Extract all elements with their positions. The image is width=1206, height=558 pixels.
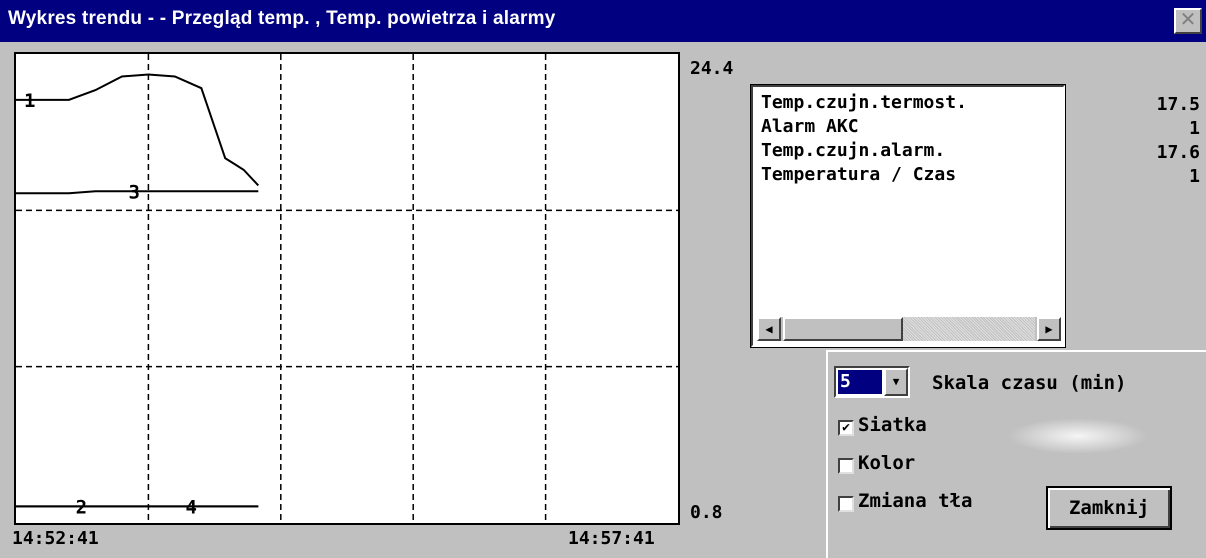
- legend-value: 17.6: [1156, 142, 1200, 163]
- horizontal-scrollbar[interactable]: ◀ ▶: [757, 317, 1061, 341]
- series-line-1: [16, 73, 260, 187]
- legend-value: 1: [1189, 166, 1200, 187]
- grid-label[interactable]: Siatka: [858, 414, 927, 436]
- bg-change-checkbox[interactable]: [838, 496, 854, 512]
- y-min-label: 0.8: [690, 502, 723, 523]
- legend-list: Temp.czujn.termost. Alarm AKC Temp.czujn…: [761, 91, 967, 187]
- check-icon: ✔: [842, 420, 850, 435]
- legend-item[interactable]: Temp.czujn.termost.: [761, 91, 967, 115]
- legend-value: 1: [1189, 118, 1200, 139]
- controls-panel: 5 ▼ Skala czasu (min) ✔ Siatka Kolor Zmi…: [826, 350, 1206, 558]
- y-max-label: 24.4: [690, 58, 734, 79]
- legend-item[interactable]: Alarm AKC: [761, 115, 967, 139]
- series-label-3: 3: [129, 181, 140, 203]
- series-label-4: 4: [185, 496, 196, 518]
- time-scale-label: Skala czasu (min): [932, 372, 1127, 394]
- scroll-thumb[interactable]: [783, 317, 903, 341]
- arrow-left-icon: ◀: [765, 322, 773, 336]
- close-icon: ✕: [1179, 9, 1197, 31]
- x-end-label: 14:57:41: [568, 528, 655, 549]
- trend-plot-svg: 132 4: [16, 54, 678, 523]
- chevron-down-icon: ▼: [892, 375, 900, 388]
- series-label-1: 1: [24, 90, 35, 112]
- arrow-right-icon: ▶: [1045, 322, 1053, 336]
- x-start-label: 14:52:41: [12, 528, 99, 549]
- scroll-right-button[interactable]: ▶: [1037, 317, 1061, 341]
- screen-glare: [1008, 418, 1148, 454]
- bg-change-label[interactable]: Zmiana tła: [858, 490, 972, 512]
- legend-item[interactable]: Temp.czujn.alarm.: [761, 139, 967, 163]
- legend-listbox[interactable]: Temp.czujn.termost. Alarm AKC Temp.czujn…: [750, 84, 1066, 348]
- scroll-left-button[interactable]: ◀: [757, 317, 781, 341]
- time-scale-dropdown-button[interactable]: ▼: [884, 368, 908, 396]
- legend-values: 17.5 1 17.6 1: [1157, 93, 1200, 189]
- legend-item[interactable]: Temperatura / Czas: [761, 163, 967, 187]
- window-title: Wykres trendu - - Przegląd temp. , Temp.…: [8, 8, 556, 29]
- legend-value: 17.5: [1156, 94, 1200, 115]
- trend-plot: 1324: [14, 52, 680, 525]
- color-label[interactable]: Kolor: [858, 452, 915, 474]
- time-scale-select[interactable]: 5 ▼: [834, 366, 910, 398]
- color-checkbox[interactable]: [838, 458, 854, 474]
- window-close-button[interactable]: ✕: [1174, 8, 1202, 34]
- time-scale-value: 5: [838, 370, 882, 394]
- close-button[interactable]: Zamknij: [1046, 486, 1172, 530]
- grid-checkbox[interactable]: ✔: [838, 420, 854, 436]
- title-bar: Wykres trendu - - Przegląd temp. , Temp.…: [0, 0, 1206, 42]
